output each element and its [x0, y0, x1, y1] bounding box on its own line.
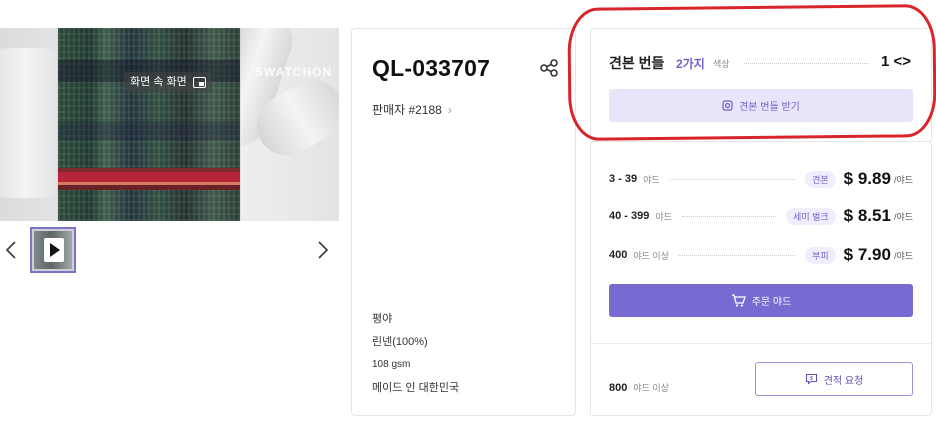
tier-range: 3 - 39 — [609, 173, 638, 185]
product-code: QL-033707 — [372, 55, 491, 81]
tier-badge: 견본 — [805, 170, 836, 188]
tier-badge: 부피 — [805, 246, 836, 264]
tier-unit: 야드 — [655, 211, 672, 222]
share-icon — [540, 59, 558, 77]
tier-unit: 야드 — [643, 174, 660, 185]
product-info-card: QL-033707 판매자 #2188 › 평야 린넨(100%) 108 gs… — [351, 28, 576, 416]
spec-weight: 108 gsm — [372, 359, 411, 370]
tier-range: 400 — [609, 249, 628, 261]
price-tier: 3 - 39 야드 견본 $ 9.89 /야드 — [609, 168, 913, 190]
gallery-next-button[interactable] — [316, 240, 330, 260]
tier-per-unit: /야드 — [893, 174, 913, 185]
annotation-highlight — [567, 4, 936, 141]
pricing-card: 3 - 39 야드 견본 $ 9.89 /야드 40 - 399 야드 세미 벌… — [590, 141, 932, 416]
tier-badge: 세미 벌크 — [786, 207, 836, 225]
fabric-sample-image — [58, 28, 240, 221]
tier-price: $ 9.89 — [843, 169, 891, 188]
product-image[interactable]: 화면 속 화면 SWATCHON — [0, 28, 339, 221]
tier-per-unit: /야드 — [893, 211, 913, 222]
order-yards-button[interactable]: 주문 야드 — [609, 284, 913, 317]
bulk-unit: 야드 이상 — [633, 383, 669, 393]
chevron-left-icon — [5, 241, 16, 259]
product-specs: 평야 린넨(100%) 108 gsm 메이드 인 대한민국 — [372, 312, 459, 404]
play-icon — [44, 238, 64, 262]
cart-icon — [731, 294, 746, 307]
spec-composition: 린넨(100%) — [372, 336, 428, 348]
quote-request-icon: $ — [805, 373, 817, 385]
tier-price: $ 7.90 — [843, 245, 891, 264]
divider — [591, 343, 931, 344]
seller-link[interactable]: 판매자 #2188 › — [372, 101, 452, 118]
picture-in-picture-icon — [192, 76, 206, 88]
dotted-leader — [678, 254, 796, 256]
dotted-leader — [669, 178, 796, 180]
thumbnail-video[interactable] — [30, 227, 76, 273]
watermark-logo: SWATCHON — [255, 65, 333, 79]
spec-weave: 평야 — [372, 313, 393, 325]
bulk-quantity: 800 야드 이상 — [609, 381, 669, 394]
bulk-qty: 800 — [609, 381, 628, 394]
spec-origin: 메이드 인 대한민국 — [372, 382, 460, 394]
share-button[interactable] — [539, 59, 559, 77]
tier-unit: 야드 이상 — [633, 250, 669, 261]
price-tier: 400 야드 이상 부피 $ 7.90 /야드 — [609, 244, 913, 266]
tier-range: 40 - 399 — [609, 210, 650, 222]
pip-label: 화면 속 화면 — [130, 76, 187, 88]
price-tier: 40 - 399 야드 세미 벌크 $ 8.51 /야드 — [609, 205, 913, 227]
chevron-right-icon — [318, 241, 329, 259]
gallery-prev-button[interactable] — [4, 240, 18, 260]
tier-price: $ 8.51 — [843, 206, 891, 225]
seller-name: 판매자 #2188 — [372, 103, 442, 117]
tier-per-unit: /야드 — [893, 250, 913, 261]
request-quote-button[interactable]: $ 견적 요청 — [755, 362, 913, 396]
order-yards-label: 주문 야드 — [751, 297, 792, 308]
pip-button[interactable]: 화면 속 화면 — [124, 72, 212, 92]
chevron-right-icon: › — [447, 102, 452, 117]
svg-text:$: $ — [810, 376, 813, 382]
request-quote-label: 견적 요청 — [823, 375, 864, 387]
dotted-leader — [681, 215, 777, 217]
